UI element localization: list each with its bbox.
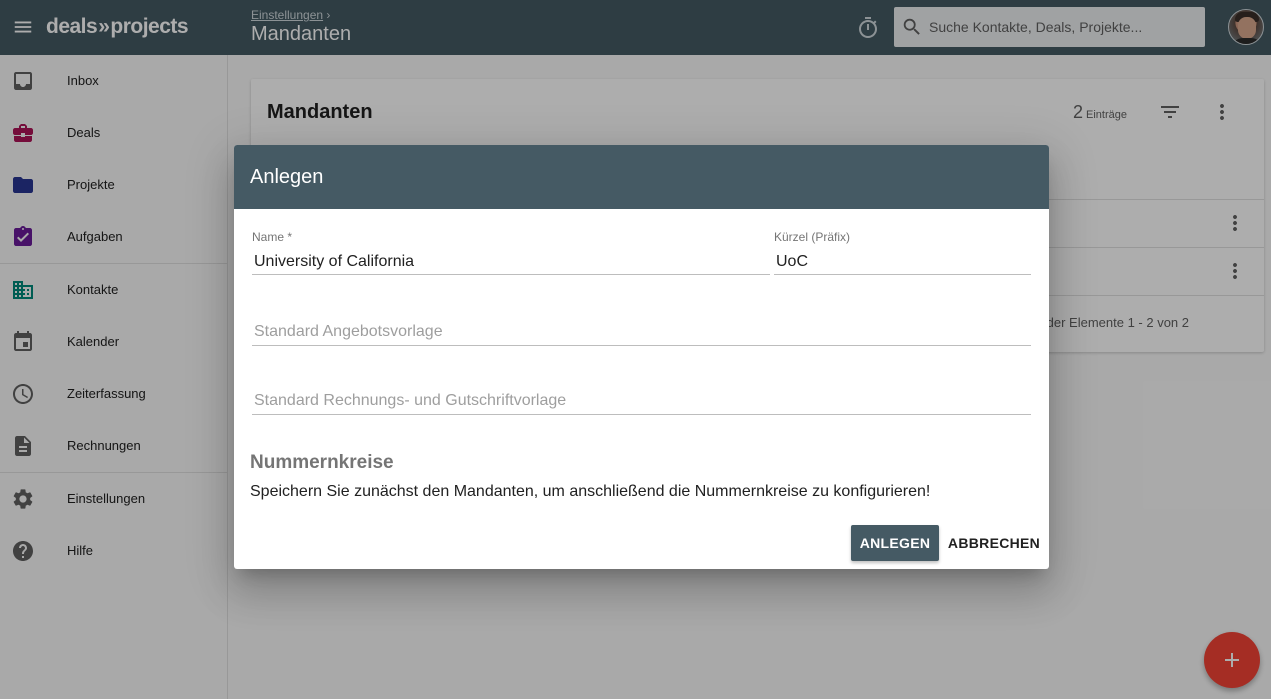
section-title: Nummernkreise	[250, 452, 394, 473]
prefix-field-label: Kürzel (Präfix)	[774, 230, 851, 244]
name-input[interactable]	[252, 249, 770, 275]
invoice-template-field	[252, 388, 1031, 415]
dialog-header: Anlegen	[234, 145, 1049, 209]
create-dialog: Anlegen Name * Kürzel (Präfix) Nummernkr…	[234, 145, 1049, 569]
name-field-label: Name *	[252, 230, 293, 244]
prefix-field: Kürzel (Präfix)	[774, 230, 1031, 275]
create-button[interactable]: ANLEGEN	[851, 525, 939, 561]
invoice-template-input[interactable]	[252, 388, 1031, 415]
name-field: Name *	[252, 230, 770, 275]
offer-template-input[interactable]	[252, 319, 1031, 346]
dialog-title: Anlegen	[250, 166, 324, 188]
prefix-input[interactable]	[774, 249, 1031, 275]
offer-template-field	[252, 319, 1031, 346]
section-info-text: Speichern Sie zunächst den Mandanten, um…	[250, 483, 931, 500]
cancel-button[interactable]: ABBRECHEN	[946, 525, 1042, 561]
